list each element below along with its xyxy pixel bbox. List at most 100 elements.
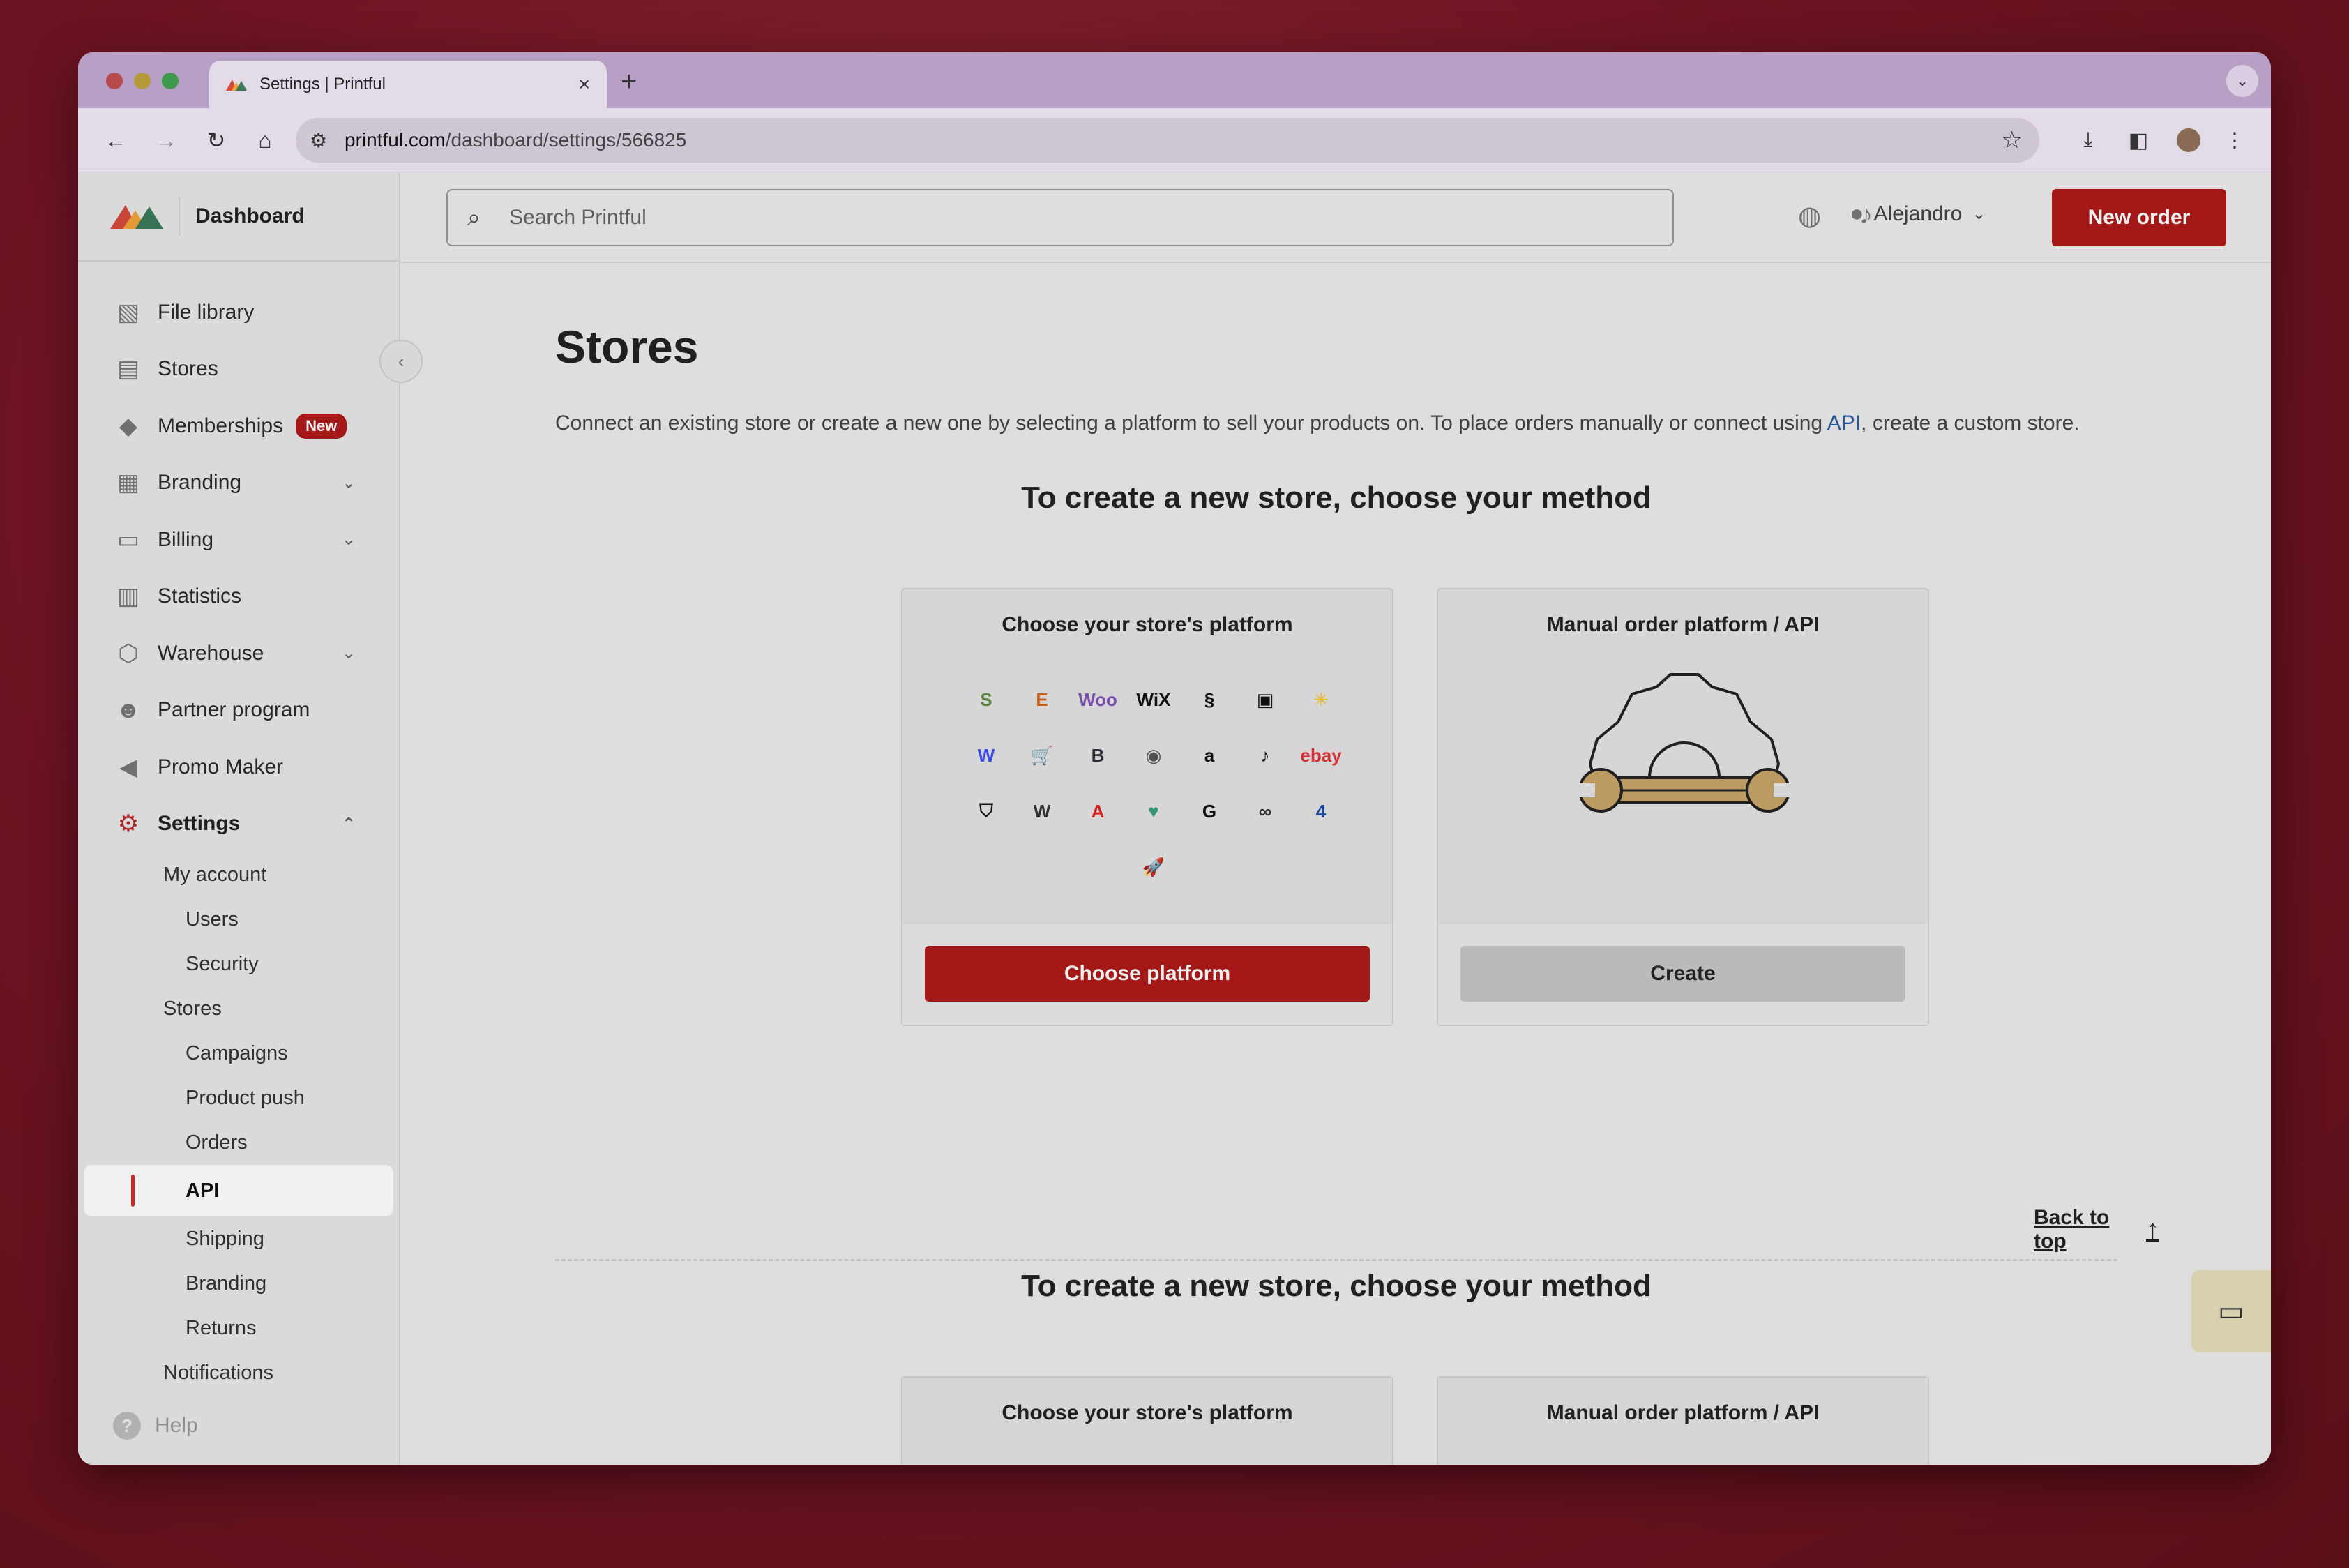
back-to-top-link[interactable]: Back to top ↑ xyxy=(2034,1206,2159,1253)
profile-avatar[interactable] xyxy=(2173,125,2204,156)
reload-icon[interactable]: ↻ xyxy=(199,123,233,157)
squarespace-logo-icon: § xyxy=(1204,688,1215,710)
close-window-button[interactable] xyxy=(106,73,123,89)
brand[interactable]: Dashboard xyxy=(78,172,399,262)
page-title: Stores xyxy=(555,321,699,372)
settings-shipping[interactable]: Shipping xyxy=(78,1216,399,1261)
user-menu[interactable]: ● Alejandro ⌄ xyxy=(1850,200,1986,227)
sidebar-item-branding[interactable]: ▦ Branding ⌄ xyxy=(78,455,399,512)
chat-button[interactable]: ▭ xyxy=(2191,1270,2271,1352)
new-tab-button[interactable]: + xyxy=(621,66,637,98)
printful-favicon-icon xyxy=(226,80,247,91)
url-host: printful.com xyxy=(345,129,446,151)
settings-orders[interactable]: Orders xyxy=(78,1120,399,1165)
collapse-sidebar-button[interactable]: ‹ xyxy=(379,340,423,383)
new-badge: New xyxy=(296,413,347,439)
help-icon: ? xyxy=(113,1412,141,1440)
settings-product-push[interactable]: Product push xyxy=(78,1076,399,1120)
sidebar-item-memberships[interactable]: ◆ Memberships New xyxy=(78,398,399,455)
home-icon[interactable]: ⌂ xyxy=(248,123,282,157)
branding-icon: ▦ xyxy=(116,469,140,497)
sidebar-item-statistics[interactable]: ▥ Statistics xyxy=(78,568,399,626)
close-tab-icon[interactable]: × xyxy=(579,73,590,96)
tab-strip: Settings | Printful × + ⌄ xyxy=(78,52,2271,108)
sidebar-item-billing[interactable]: ▭ Billing ⌄ xyxy=(78,511,399,568)
manual-card-title: Manual order platform / API xyxy=(1546,1401,1820,1424)
platform-card: Choose your store's platform S E Woo WiX § ▣ ✳… xyxy=(901,588,1393,1026)
search-icon: ⌕ xyxy=(467,204,481,231)
shipstation-logo-icon: 🛒 xyxy=(1030,744,1054,766)
sidebar-item-label: Partner program xyxy=(158,698,310,722)
platform-card-duplicate: Choose your store's platform xyxy=(901,1376,1393,1465)
create-button[interactable]: Create xyxy=(1460,946,1905,1002)
minimize-window-button[interactable] xyxy=(134,73,151,89)
tiktok-logo-icon: ♪ xyxy=(1260,744,1270,766)
site-settings-icon[interactable]: ⚙ xyxy=(310,129,327,152)
bar-chart-icon: ▥ xyxy=(116,583,140,610)
settings-security[interactable]: Security xyxy=(78,942,399,986)
browser-tab[interactable]: Settings | Printful × xyxy=(209,61,607,108)
settings-stores[interactable]: Stores xyxy=(78,986,399,1031)
manual-card-title: Manual order platform / API xyxy=(1546,613,1820,636)
storenvy-logo-icon: ◉ xyxy=(1145,744,1162,766)
settings-branding[interactable]: Branding xyxy=(78,1261,399,1306)
forward-icon[interactable]: → xyxy=(149,123,183,157)
intro-text-part: Connect an existing store or create a ne… xyxy=(555,412,1827,435)
platform-card-title: Choose your store's platform xyxy=(1002,613,1293,636)
address-bar[interactable]: ⚙ printful.com/dashboard/settings/566825… xyxy=(296,118,2039,163)
sidebar-item-file-library[interactable]: ▧ File library xyxy=(78,284,399,341)
back-icon[interactable]: ← xyxy=(99,123,133,157)
globe-icon[interactable]: ◍ xyxy=(1798,200,1821,232)
sidebar-item-label: File library xyxy=(158,300,255,324)
search-input[interactable]: ⌕ Search Printful xyxy=(446,189,1674,246)
sidebar-item-stores[interactable]: ▤ Stores xyxy=(78,341,399,398)
person-icon: ● xyxy=(1850,200,1864,227)
url-path: /dashboard/settings/566825 xyxy=(445,129,687,151)
api-link[interactable]: API xyxy=(1827,412,1861,435)
settings-campaigns[interactable]: Campaigns xyxy=(78,1031,399,1076)
heart-logo-icon: ♥ xyxy=(1148,800,1159,822)
platform-card-title: Choose your store's platform xyxy=(1002,1401,1293,1424)
chevron-up-icon: ⌃ xyxy=(341,814,356,834)
adobe-logo-icon: A xyxy=(1091,800,1105,822)
shopify-logo-icon: S xyxy=(980,688,992,710)
header-divider xyxy=(400,262,2271,263)
side-panel-icon[interactable]: ◧ xyxy=(2123,125,2154,156)
maximize-window-button[interactable] xyxy=(162,73,179,89)
method-heading: To create a new store, choose your metho… xyxy=(1021,481,1652,515)
bookmark-star-icon[interactable]: ☆ xyxy=(2002,126,2023,154)
settings-returns[interactable]: Returns xyxy=(78,1306,399,1350)
megaphone-icon: ◀ xyxy=(119,753,138,781)
download-icon[interactable]: ⤓ xyxy=(2073,125,2103,156)
page: Dashboard ▧ File library ▤ Stores ◆ Memb… xyxy=(78,172,2271,1465)
sidebar-item-label: Promo Maker xyxy=(158,755,284,778)
choose-platform-button[interactable]: Choose platform xyxy=(925,946,1370,1002)
new-order-button[interactable]: New order xyxy=(2052,189,2226,246)
webflow-logo-icon: W xyxy=(977,744,995,766)
tab-search-icon[interactable]: ⌄ xyxy=(2226,65,2258,97)
sidebar-item-label: Billing xyxy=(158,527,214,551)
ebay-logo-icon: ebay xyxy=(1300,744,1342,766)
wix-logo-icon: WiX xyxy=(1136,688,1171,710)
tab-title: Settings | Printful xyxy=(259,75,386,93)
image-icon: ▧ xyxy=(116,299,140,326)
browser-menu-icon[interactable]: ⋮ xyxy=(2219,125,2250,156)
settings-api[interactable]: API xyxy=(84,1165,393,1216)
sidebar-item-settings[interactable]: ⚙ Settings ⌃ xyxy=(78,796,399,853)
settings-notifications[interactable]: Notifications xyxy=(78,1350,399,1395)
sidebar-item-warehouse[interactable]: ⬡ Warehouse ⌄ xyxy=(78,625,399,682)
help-link[interactable]: ? Help xyxy=(113,1412,198,1440)
platform-logos: S E Woo WiX § ▣ ✳ W 🛒 B ◉ a ♪ ebay ⛉ W A ♥ G ∞ 4 🚀 xyxy=(958,677,1349,889)
settings-users[interactable]: Users xyxy=(78,897,399,942)
sidebar-item-partner-program[interactable]: ☻ Partner program xyxy=(78,682,399,739)
settings-my-account[interactable]: My account xyxy=(78,852,399,897)
sidebar-item-label: Stores xyxy=(158,357,218,381)
chevron-down-icon: ⌄ xyxy=(341,644,356,663)
chevron-down-icon: ⌄ xyxy=(1972,204,1986,223)
sidebar-item-label: Statistics xyxy=(158,585,242,608)
sidebar-item-promo-maker[interactable]: ◀ Promo Maker xyxy=(78,739,399,796)
membership-icon: ◆ xyxy=(119,412,138,439)
chat-icon: ▭ xyxy=(2218,1296,2244,1327)
amazon-logo-icon: a xyxy=(1204,744,1215,766)
store-icon: ▤ xyxy=(116,356,140,383)
